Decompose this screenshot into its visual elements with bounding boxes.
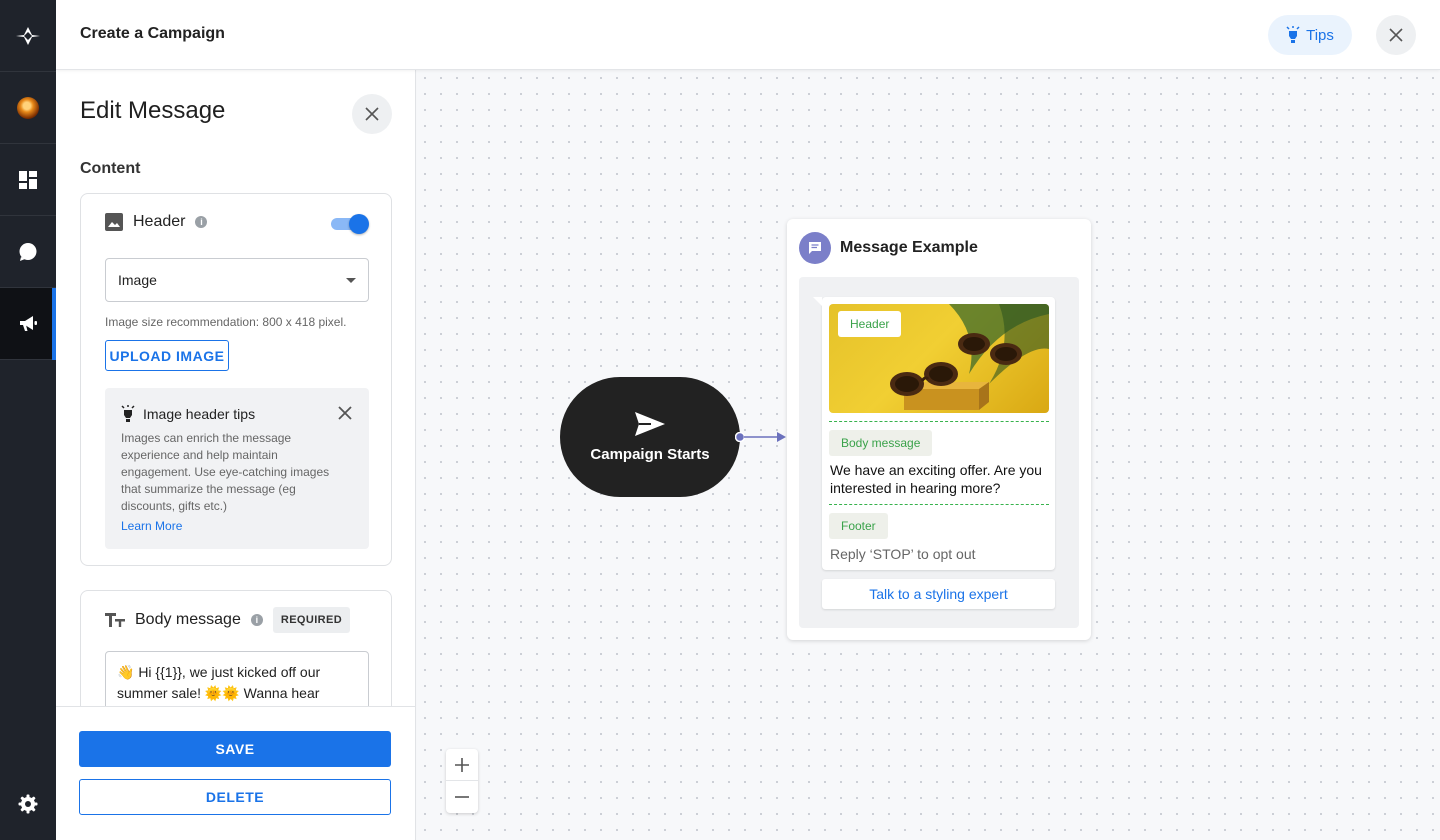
- header-type-value: Image: [118, 272, 157, 288]
- header-tag: Header: [838, 311, 902, 337]
- nav-item-campaigns[interactable]: [0, 288, 56, 360]
- zoom-controls: [446, 749, 478, 813]
- zoom-in-button[interactable]: [446, 749, 478, 781]
- delete-button[interactable]: DELETE: [79, 779, 391, 815]
- send-icon: [635, 411, 665, 436]
- header-toggle[interactable]: [331, 214, 369, 234]
- image-size-hint: Image size recommendation: 800 x 418 pix…: [105, 315, 347, 329]
- tips-box-title-row: Image header tips: [121, 405, 255, 423]
- header-card: Header i Image Image size recommendation…: [80, 193, 392, 566]
- close-icon: [365, 107, 379, 121]
- chevron-down-icon: [346, 277, 356, 283]
- panel-footer: SAVE DELETE: [56, 706, 415, 840]
- body-card-title-row: Body message i REQUIRED: [105, 607, 351, 633]
- page-title: Create a Campaign: [80, 25, 225, 42]
- header-type-select[interactable]: Image: [105, 258, 369, 302]
- close-icon: [338, 406, 352, 420]
- nav-item-dashboard[interactable]: [0, 144, 56, 216]
- avatar: [17, 96, 39, 119]
- header-image: Header: [829, 304, 1049, 413]
- account-avatar-button[interactable]: [0, 72, 56, 144]
- lightbulb-icon: [121, 405, 135, 422]
- lightbulb-icon: [1286, 26, 1300, 43]
- upload-image-button[interactable]: UPLOAD IMAGE: [105, 340, 229, 371]
- divider: [829, 421, 1049, 422]
- body-card-title: Body message: [135, 611, 241, 628]
- tips-button[interactable]: Tips: [1268, 15, 1352, 55]
- close-campaign-button[interactable]: [1376, 15, 1416, 55]
- learn-more-link[interactable]: Learn More: [121, 519, 182, 533]
- left-nav-rail: [0, 0, 56, 840]
- cta-button[interactable]: Talk to a styling expert: [822, 579, 1055, 609]
- info-icon[interactable]: i: [195, 216, 208, 228]
- edit-message-panel: Edit Message Content Header i Image Imag…: [56, 70, 416, 840]
- plus-icon: [455, 757, 469, 772]
- nav-item-settings[interactable]: [0, 768, 56, 840]
- save-button[interactable]: SAVE: [79, 731, 391, 767]
- message-example-card[interactable]: Message Example Header Body message We h…: [787, 219, 1091, 640]
- required-badge: REQUIRED: [272, 607, 351, 633]
- logo-icon: [16, 26, 40, 45]
- image-header-tips-box: Image header tips Images can enrich the …: [105, 388, 369, 549]
- close-icon: [1389, 28, 1403, 42]
- divider: [829, 504, 1049, 505]
- flow-canvas[interactable]: Campaign Starts Message Example Header B…: [417, 70, 1440, 840]
- dashboard-icon: [19, 170, 37, 189]
- megaphone-icon: [20, 315, 37, 331]
- campaign-start-node[interactable]: Campaign Starts: [560, 377, 740, 497]
- close-panel-button[interactable]: [352, 94, 392, 134]
- panel-title: Edit Message: [80, 97, 226, 124]
- body-tag: Body message: [829, 430, 933, 456]
- message-bubble: Header Body message We have an exciting …: [813, 297, 1055, 570]
- toggle-knob: [349, 214, 369, 234]
- message-card-title: Message Example: [840, 239, 978, 256]
- message-card-title-row: Message Example: [799, 232, 978, 264]
- tips-box-title: Image header tips: [143, 406, 256, 422]
- header-card-title-row: Header i: [105, 213, 208, 231]
- preview-footer-text: Reply ‘STOP’ to opt out: [830, 546, 976, 562]
- minus-icon: [455, 796, 469, 798]
- start-node-label: Campaign Starts: [590, 445, 710, 463]
- text-format-icon: [105, 613, 125, 627]
- message-preview: Header Body message We have an exciting …: [799, 277, 1079, 628]
- message-icon: [799, 232, 831, 264]
- top-bar: Create a Campaign Tips: [56, 0, 1440, 70]
- chat-icon: [19, 242, 37, 261]
- tips-box-text: Images can enrich the message experience…: [121, 431, 330, 513]
- flow-connector: [735, 432, 786, 442]
- logo-button[interactable]: [0, 0, 56, 72]
- info-icon[interactable]: i: [250, 614, 263, 626]
- dismiss-tips-button[interactable]: [337, 405, 353, 426]
- header-card-title: Header: [133, 213, 186, 230]
- footer-tag: Footer: [829, 513, 888, 539]
- nav-item-conversations[interactable]: [0, 216, 56, 288]
- content-section-label: Content: [80, 160, 141, 177]
- preview-body-text: We have an exciting offer. Are you inter…: [830, 462, 1042, 496]
- zoom-out-button[interactable]: [446, 781, 478, 813]
- image-icon: [105, 213, 123, 231]
- tips-label: Tips: [1306, 26, 1334, 44]
- gear-icon: [18, 794, 38, 814]
